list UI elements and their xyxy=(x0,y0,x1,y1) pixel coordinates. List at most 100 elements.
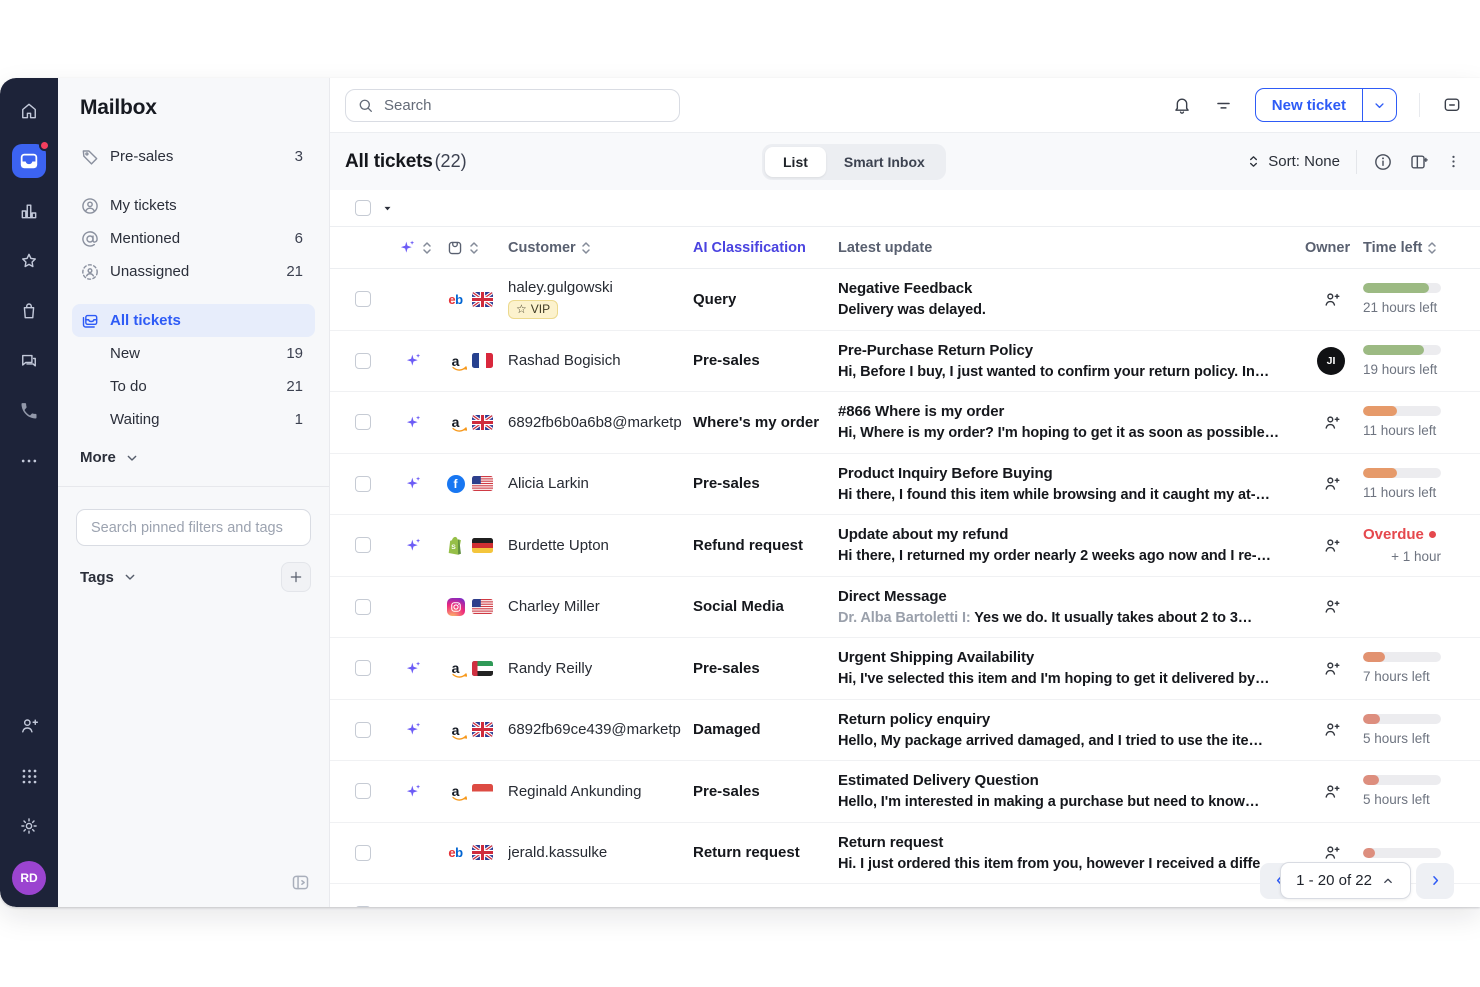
ticket-row[interactable]: a6892fb69ce439@marketpDamagedReturn poli… xyxy=(330,700,1480,762)
sidebar-item-count: 6 xyxy=(295,230,303,247)
row-checkbox[interactable] xyxy=(355,845,371,861)
sidebar-gap xyxy=(72,288,315,304)
select-dropdown-caret-icon[interactable] xyxy=(382,203,393,214)
search-input[interactable] xyxy=(382,96,668,115)
pinned-filters-search-input[interactable] xyxy=(89,519,298,537)
column-customer[interactable]: Customer xyxy=(508,227,592,268)
rail-home-icon[interactable] xyxy=(12,94,46,128)
sidebar-item-my-tickets[interactable]: My tickets xyxy=(72,189,315,222)
update-snippet-text: Hi. I just ordered this item from you, h… xyxy=(838,856,1260,872)
vip-label: VIP xyxy=(531,302,550,316)
collapse-sidebar-icon[interactable] xyxy=(290,872,311,893)
sort-control[interactable]: Sort: None xyxy=(1246,153,1340,170)
assign-owner-button[interactable] xyxy=(1322,597,1341,616)
search-box[interactable] xyxy=(345,89,680,122)
row-checkbox[interactable] xyxy=(355,476,371,492)
customer-cell: Burdette Upton xyxy=(508,515,688,576)
assign-owner-button[interactable] xyxy=(1322,536,1341,555)
kebab-menu-icon[interactable] xyxy=(1445,153,1462,170)
sidebar-more-button[interactable]: More xyxy=(80,449,315,466)
rail-inbox-icon[interactable] xyxy=(12,144,46,178)
owner-avatar[interactable]: JI xyxy=(1317,347,1345,375)
assign-owner-button[interactable] xyxy=(1322,843,1341,862)
sidebar-item-mentioned[interactable]: Mentioned6 xyxy=(72,222,315,255)
assign-owner-button[interactable] xyxy=(1322,290,1341,309)
add-tag-button[interactable] xyxy=(281,562,311,592)
row-checkbox[interactable] xyxy=(355,783,371,799)
column-owner[interactable]: Owner xyxy=(1305,227,1350,268)
feedback-message-icon[interactable] xyxy=(1442,95,1462,115)
ticket-row[interactable]: ebhaley.gulgowski☆VIPQueryNegative Feedb… xyxy=(330,269,1480,331)
info-icon[interactable] xyxy=(1373,152,1393,172)
row-checkbox[interactable] xyxy=(355,906,371,907)
rail-orders-icon[interactable] xyxy=(12,294,46,328)
row-checkbox[interactable] xyxy=(355,291,371,307)
assign-owner-button[interactable] xyxy=(1322,413,1341,432)
sidebar-item-pre-sales[interactable]: Pre-sales3 xyxy=(72,140,315,173)
ticket-row[interactable]: aReginald AnkundingPre-salesEstimated De… xyxy=(330,761,1480,823)
new-ticket-button[interactable]: New ticket xyxy=(1255,88,1397,122)
notifications-bell-icon[interactable] xyxy=(1172,95,1192,115)
assign-owner-button[interactable] xyxy=(1322,659,1341,678)
chevron-down-icon[interactable] xyxy=(122,569,138,585)
ticket-row[interactable]: fAlicia LarkinPre-salesProduct Inquiry B… xyxy=(330,454,1480,516)
rail-apps-grid-icon[interactable] xyxy=(12,759,46,793)
select-all-checkbox[interactable] xyxy=(355,200,371,216)
filter-icon[interactable] xyxy=(1214,96,1233,115)
pagination-range-button[interactable]: 1 - 20 of 22 xyxy=(1280,862,1411,899)
row-checkbox[interactable] xyxy=(355,537,371,553)
rail-settings-gear-icon[interactable] xyxy=(12,809,46,843)
columns-icon[interactable] xyxy=(1409,152,1429,172)
new-ticket-label[interactable]: New ticket xyxy=(1256,89,1362,121)
pinned-filters-search[interactable] xyxy=(76,509,311,546)
sidebar-item-new[interactable]: New19 xyxy=(72,337,315,370)
row-checkbox[interactable] xyxy=(355,353,371,369)
rail-favorites-icon[interactable] xyxy=(12,244,46,278)
latest-update-cell: Product Inquiry Before BuyingHi there, I… xyxy=(838,454,1300,515)
row-checkbox[interactable] xyxy=(355,722,371,738)
user-avatar[interactable]: RD xyxy=(12,861,46,895)
row-checkbox[interactable] xyxy=(355,660,371,676)
row-checkbox[interactable] xyxy=(355,599,371,615)
time-left: 19 hours left xyxy=(1363,345,1441,377)
column-time-left[interactable]: Time left xyxy=(1363,227,1438,268)
tab-smart-inbox[interactable]: Smart Inbox xyxy=(826,147,943,177)
ticket-row[interactable]: a6892fb6b0a6b8@marketpWhere's my order#8… xyxy=(330,392,1480,454)
column-ai-sparkle[interactable] xyxy=(398,227,433,268)
rail-more-dots-icon[interactable] xyxy=(12,444,46,478)
rail-reports-icon[interactable] xyxy=(12,194,46,228)
row-checkbox[interactable] xyxy=(355,414,371,430)
assign-owner-button[interactable] xyxy=(1322,720,1341,739)
row-checkbox-cell xyxy=(355,884,371,907)
assign-owner-button[interactable] xyxy=(1322,474,1341,493)
time-left: 5 hours left xyxy=(1363,775,1441,807)
assign-owner-button[interactable] xyxy=(1322,905,1341,907)
ticket-row[interactable]: SBurdette UptonRefund requestUpdate abou… xyxy=(330,515,1480,577)
sidebar-item-to-do[interactable]: To do21 xyxy=(72,370,315,403)
classification-cell: Pre-sales xyxy=(693,331,831,392)
classification-label: Pre-sales xyxy=(693,475,760,492)
column-ai-classification-label: AI Classification xyxy=(693,240,806,256)
update-snippet-text: Hello, I'm interested in making a purcha… xyxy=(838,794,1259,810)
sidebar-item-unassigned[interactable]: Unassigned21 xyxy=(72,255,315,288)
sidebar-item-waiting[interactable]: Waiting1 xyxy=(72,403,315,436)
ticket-row[interactable]: Charley MillerSocial MediaDirect Message… xyxy=(330,577,1480,639)
sidebar-item-count: 21 xyxy=(286,378,303,395)
column-channel[interactable] xyxy=(446,227,480,268)
time-left-label: 11 hours left xyxy=(1363,485,1441,500)
column-ai-classification[interactable]: AI Classification xyxy=(693,227,806,268)
ticket-row[interactable]: aRashad BogisichPre-salesPre-Purchase Re… xyxy=(330,331,1480,393)
update-snippet: Dr. Alba Bartoletti I: Yes we do. It usu… xyxy=(838,610,1300,626)
column-latest-update[interactable]: Latest update xyxy=(838,227,932,268)
pagination-next-button[interactable] xyxy=(1416,863,1454,899)
sidebar-item-all-tickets[interactable]: All tickets xyxy=(72,304,315,337)
all-tickets-icon xyxy=(80,311,100,331)
new-ticket-dropdown[interactable] xyxy=(1362,89,1396,121)
tab-list[interactable]: List xyxy=(765,147,826,177)
rail-add-user-icon[interactable] xyxy=(12,709,46,743)
assign-owner-button[interactable] xyxy=(1322,782,1341,801)
rail-chat-icon[interactable] xyxy=(12,344,46,378)
ticket-row[interactable]: aRandy ReillyPre-salesUrgent Shipping Av… xyxy=(330,638,1480,700)
overdue-sub-label: + 1 hour xyxy=(1363,549,1441,564)
rail-phone-icon[interactable] xyxy=(12,394,46,428)
